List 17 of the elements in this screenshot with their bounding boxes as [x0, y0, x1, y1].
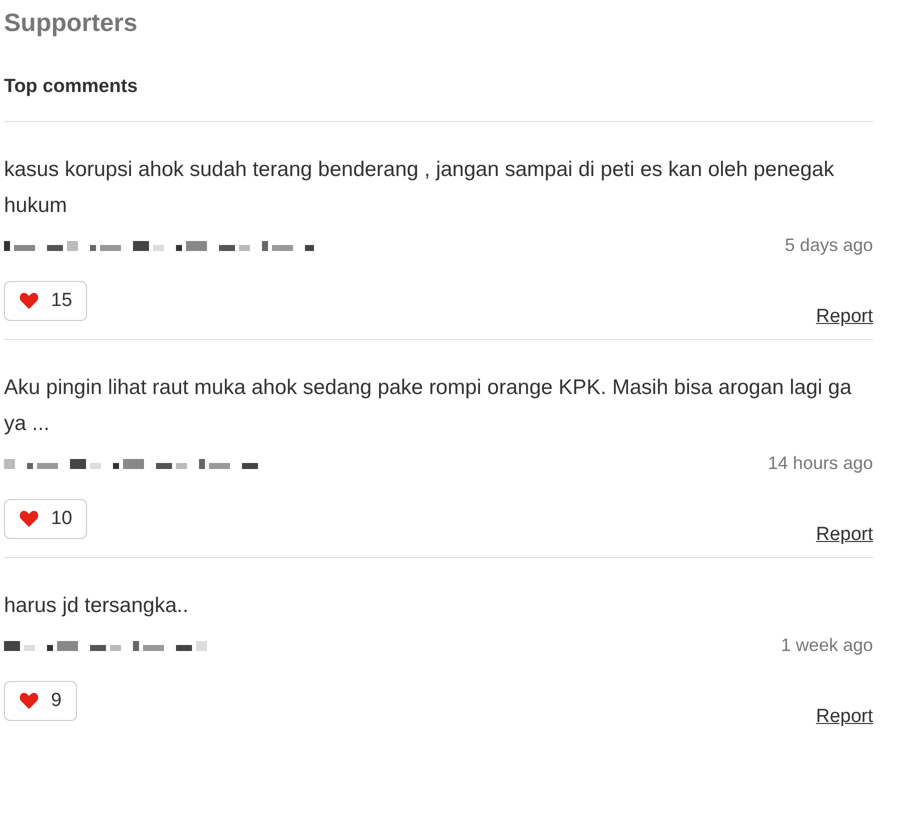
section-heading: Top comments — [4, 75, 138, 99]
page-title: Supporters — [4, 8, 138, 39]
comment-time: 5 days ago — [784, 234, 873, 257]
comment-text: Aku pingin lihat raut muka ahok sedang pake rompi orange KPK. Masih bisa arogan lagi ga ya ... — [4, 375, 853, 437]
like-button[interactable]: 10 — [4, 499, 88, 539]
report-link[interactable]: Report — [816, 302, 873, 331]
like-button[interactable]: 9 — [4, 681, 77, 721]
comment-text: kasus korupsi ahok sudah terang benderang , jangan sampai di peti es kan oleh penegak hukum — [4, 157, 836, 219]
comment-text: harus jd tersangka.. — [4, 593, 190, 619]
report-link[interactable]: Report — [816, 520, 873, 549]
heart-icon — [19, 692, 39, 710]
comment-time: 1 week ago — [780, 634, 873, 657]
like-button[interactable]: 15 — [4, 281, 88, 321]
heart-icon — [19, 292, 39, 310]
report-link[interactable]: Report — [816, 702, 873, 731]
comment-time: 14 hours ago — [768, 452, 873, 475]
heart-icon — [19, 510, 39, 528]
